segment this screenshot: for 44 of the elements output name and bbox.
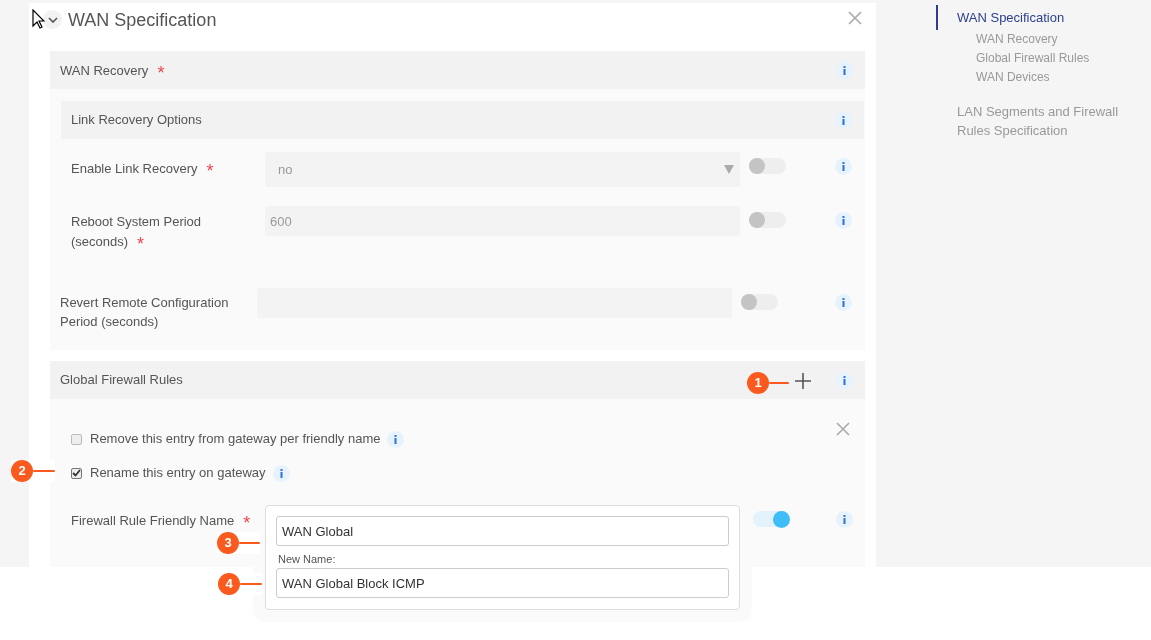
input-field[interactable]: WAN Global Block ICMP xyxy=(276,568,729,598)
checkbox[interactable] xyxy=(71,467,82,479)
add-icon[interactable] xyxy=(795,373,811,389)
input-field[interactable]: 600 xyxy=(265,206,740,236)
dropdown[interactable]: no xyxy=(265,152,740,187)
field-label: Revert Remote Configuration Period (seconds) xyxy=(60,295,229,329)
info-icon[interactable] xyxy=(836,371,853,389)
nav-link[interactable]: WAN Specification xyxy=(936,5,1151,30)
nav-link[interactable]: WAN Devices xyxy=(936,68,1151,87)
caret-icon xyxy=(724,165,734,174)
checkbox-label: Remove this entry from gateway per friendly name xyxy=(90,430,381,449)
info-icon[interactable] xyxy=(387,430,405,448)
toggle-switch[interactable] xyxy=(749,158,786,174)
info-icon[interactable] xyxy=(835,111,852,129)
info-icon[interactable] xyxy=(835,294,852,311)
input-field[interactable]: WAN Global xyxy=(276,516,729,546)
close-icon[interactable] xyxy=(848,11,862,25)
checkbox[interactable] xyxy=(71,433,82,445)
section-title: WAN Recovery * xyxy=(60,61,165,81)
field-label: Reboot System Period (seconds) * xyxy=(71,214,202,249)
callout-marker: 4 xyxy=(218,573,262,595)
info-icon[interactable] xyxy=(835,212,852,229)
collapse-chevron-icon[interactable] xyxy=(43,10,62,29)
checkbox-label: Rename this entry on gateway xyxy=(90,464,266,483)
nav-link[interactable]: Global Firewall Rules xyxy=(936,49,1151,68)
toggle-switch[interactable] xyxy=(741,294,778,310)
callout-marker: 2 xyxy=(11,460,55,482)
info-icon[interactable] xyxy=(835,158,852,175)
section-title: Link Recovery Options xyxy=(71,111,202,130)
callout-marker: 3 xyxy=(217,532,260,554)
field-label: Firewall Rule Friendly Name * xyxy=(71,513,251,528)
info-icon[interactable] xyxy=(836,61,853,79)
mouse-cursor-icon xyxy=(32,9,45,29)
field-label: New Name: xyxy=(278,552,337,566)
remove-entry-icon[interactable] xyxy=(836,422,850,436)
panel-title: WAN Specification xyxy=(68,10,217,30)
toggle-switch[interactable] xyxy=(749,212,786,228)
field-label: Enable Link Recovery * xyxy=(71,161,214,176)
section-title: Global Firewall Rules xyxy=(60,371,183,390)
toggle-switch[interactable] xyxy=(753,511,790,527)
info-icon[interactable] xyxy=(272,464,290,482)
nav-link[interactable]: LAN Segments and Firewall Rules Specification xyxy=(936,99,1151,143)
nav-link[interactable]: WAN Recovery xyxy=(936,30,1151,49)
info-icon[interactable] xyxy=(836,511,853,528)
